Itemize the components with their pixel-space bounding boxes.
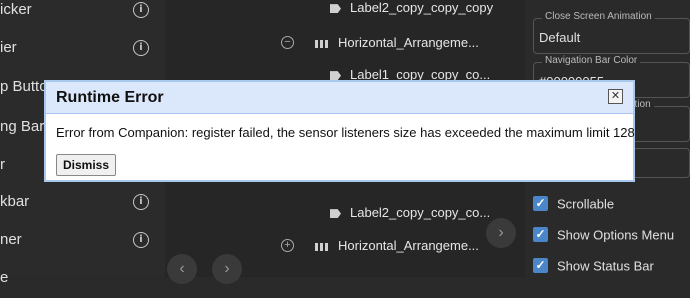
show-status-bar-label: Show Status Bar (557, 258, 654, 274)
dialog-title: Runtime Error (56, 89, 164, 106)
palette-item[interactable]: ner i (0, 230, 165, 260)
scroll-right-button[interactable]: › (486, 218, 516, 248)
scroll-right-button[interactable]: › (212, 254, 242, 284)
dismiss-button[interactable]: Dismiss (56, 154, 117, 176)
tree-item-label: Horizontal_Arrangeme... (338, 238, 479, 253)
horizontal-arrangement-icon (315, 242, 329, 251)
palette-item[interactable]: ier i (0, 38, 165, 68)
check-icon[interactable]: ✓ (533, 258, 548, 274)
close-animation-value: Default (539, 30, 581, 45)
dialog-header: Runtime Error ✕ (46, 82, 633, 114)
label-icon (330, 4, 341, 14)
close-animation-select[interactable]: Close Screen Animation Default (533, 11, 690, 54)
tree-item[interactable]: Horizontal_Arrangeme... (315, 238, 479, 253)
scrollable-label: Scrollable (557, 196, 615, 212)
tree-item-label: Label2_copy_copy_copy (350, 0, 494, 15)
label-icon (330, 71, 341, 81)
palette-item-label: icker (0, 1, 32, 18)
runtime-error-dialog: Runtime Error ✕ Error from Companion: re… (44, 80, 635, 182)
info-icon[interactable]: i (133, 232, 149, 248)
info-icon[interactable]: i (133, 194, 149, 210)
horizontal-arrangement-icon (315, 39, 329, 48)
show-options-menu-checkbox-row[interactable]: ✓ Show Options Menu (533, 226, 674, 244)
palette-item[interactable]: e (0, 268, 165, 298)
error-message: Error from Companion: register failed, t… (56, 125, 635, 140)
show-status-bar-checkbox-row[interactable]: ✓ Show Status Bar (533, 257, 654, 275)
palette-item[interactable]: kbar i (0, 192, 165, 222)
palette-item-label: ng Bar (0, 118, 45, 135)
palette-item-label: ier (0, 39, 17, 56)
collapse-icon[interactable]: − (281, 36, 294, 49)
expand-icon[interactable]: + (281, 239, 294, 252)
nav-bar-color-legend: Navigation Bar Color (542, 55, 641, 66)
tree-item[interactable]: Label2_copy_copy_co... (330, 205, 490, 220)
check-icon[interactable]: ✓ (533, 196, 548, 212)
tree-item[interactable]: Label2_copy_copy_copy (330, 0, 493, 15)
scrollable-checkbox-row[interactable]: ✓ Scrollable (533, 195, 614, 213)
palette-item[interactable]: icker i (0, 0, 165, 30)
label-icon (330, 209, 341, 219)
close-icon[interactable]: ✕ (608, 89, 623, 104)
palette-item-label: r (0, 156, 5, 173)
close-animation-legend: Close Screen Animation (542, 11, 655, 22)
info-icon[interactable]: i (133, 2, 149, 18)
palette-item-label: ner (0, 231, 22, 248)
check-icon[interactable]: ✓ (533, 227, 548, 243)
tree-item[interactable]: Horizontal_Arrangeme... (315, 35, 479, 50)
show-options-menu-label: Show Options Menu (557, 227, 675, 243)
info-icon[interactable]: i (133, 40, 149, 56)
palette-item-label: e (0, 269, 9, 286)
palette-item-label: kbar (0, 193, 30, 210)
tree-item-label: Horizontal_Arrangeme... (338, 35, 479, 50)
scroll-left-button[interactable]: ‹ (167, 254, 197, 284)
tree-item-label: Label2_copy_copy_co... (350, 205, 491, 220)
